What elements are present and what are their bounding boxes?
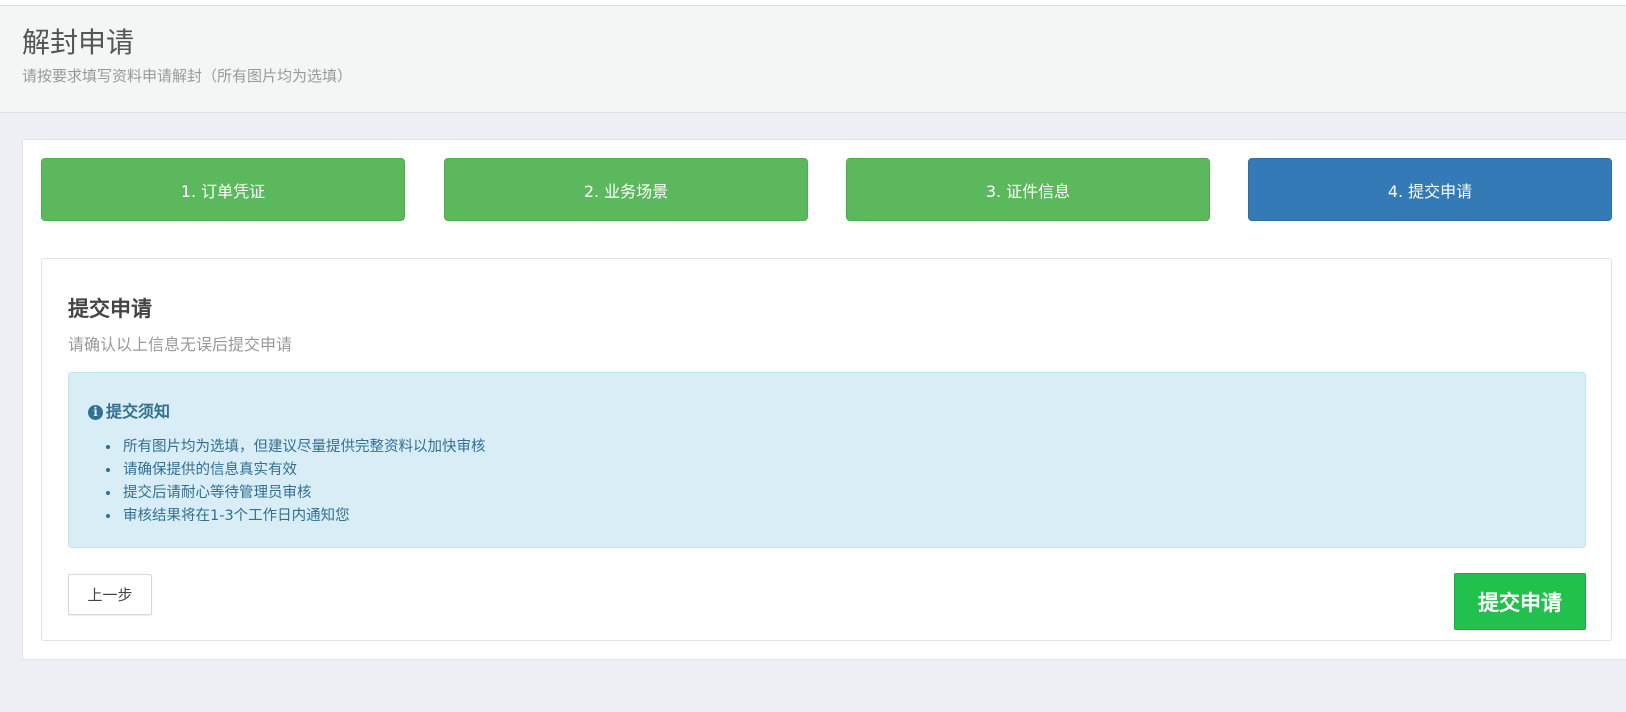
notice-item: 请确保提供的信息真实有效 bbox=[121, 459, 486, 482]
step-label: 1. 订单凭证 bbox=[180, 181, 266, 201]
section-description: 请确认以上信息无误后提交申请 bbox=[68, 335, 293, 354]
notice-item: 提交后请耐心等待管理员审核 bbox=[121, 482, 486, 505]
page-title: 解封申请 bbox=[22, 26, 135, 59]
notice-item: 所有图片均为选填，但建议尽量提供完整资料以加快审核 bbox=[121, 436, 486, 459]
step-business-scenario[interactable]: 2. 业务场景 bbox=[444, 158, 808, 221]
notice-list: 所有图片均为选填，但建议尽量提供完整资料以加快审核 请确保提供的信息真实有效 提… bbox=[109, 436, 486, 528]
step-label: 4. 提交申请 bbox=[1387, 181, 1473, 201]
section-title: 提交申请 bbox=[68, 297, 152, 321]
step-label: 3. 证件信息 bbox=[985, 181, 1071, 201]
step-submit-application[interactable]: 4. 提交申请 bbox=[1248, 158, 1612, 221]
page-header: 解封申请 请按要求填写资料申请解封（所有图片均为选填） bbox=[0, 6, 1626, 113]
submit-application-button[interactable]: 提交申请 bbox=[1454, 573, 1586, 630]
notice-item: 审核结果将在1-3个工作日内通知您 bbox=[121, 505, 486, 528]
step-id-info[interactable]: 3. 证件信息 bbox=[846, 158, 1210, 221]
step-label: 2. 业务场景 bbox=[583, 181, 669, 201]
notice-title-text: 提交须知 bbox=[106, 402, 171, 421]
notice-box: i 提交须知 所有图片均为选填，但建议尽量提供完整资料以加快审核 请确保提供的信… bbox=[68, 372, 1586, 548]
info-circle-icon: i bbox=[88, 404, 103, 420]
page-subtitle: 请按要求填写资料申请解封（所有图片均为选填） bbox=[22, 67, 353, 85]
notice-title: i 提交须知 bbox=[88, 401, 170, 423]
previous-step-button[interactable]: 上一步 bbox=[68, 574, 152, 615]
step-order-proof[interactable]: 1. 订单凭证 bbox=[41, 158, 405, 221]
